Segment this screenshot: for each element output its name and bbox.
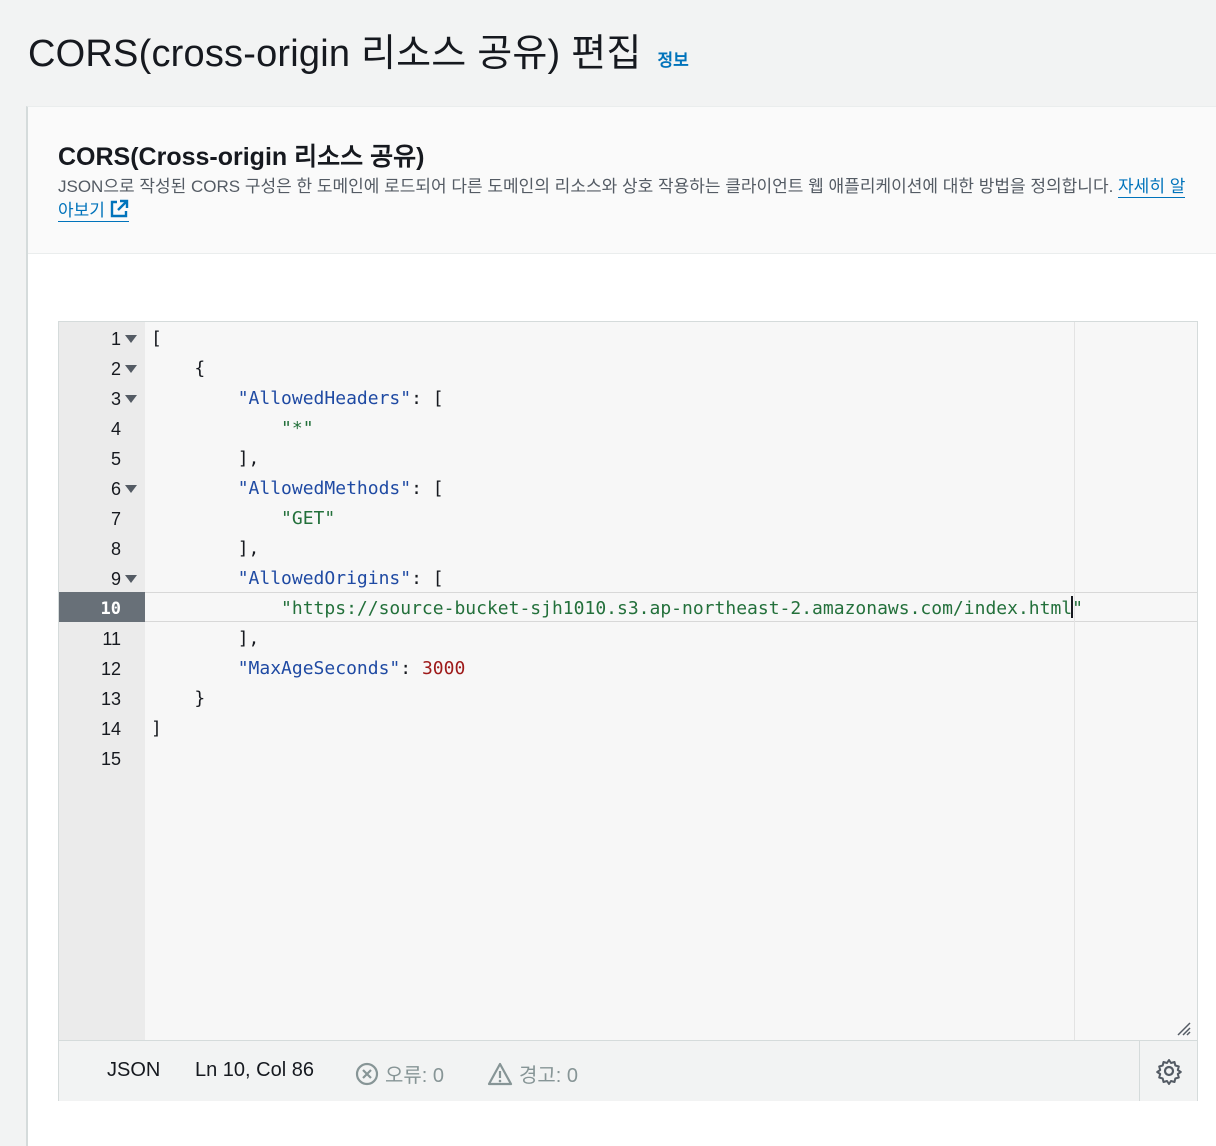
code-text[interactable]: "AllowedHeaders": [ — [151, 384, 444, 414]
code-token: ] — [151, 718, 162, 739]
code-token: "GET" — [281, 508, 336, 529]
code-line[interactable]: 13 } — [59, 684, 1197, 714]
settings-separator — [1139, 1041, 1140, 1101]
section-title: CORS(Cross-origin 리소스 공유) — [58, 143, 425, 171]
code-token: ], — [237, 538, 260, 559]
code-line[interactable]: 12 "MaxAgeSeconds": 3000 — [59, 654, 1197, 684]
code-token: : [ — [411, 478, 444, 499]
code-line[interactable]: 3 "AllowedHeaders": [ — [59, 384, 1197, 414]
line-number: 3 — [110, 389, 121, 409]
code-line[interactable]: 9 "AllowedOrigins": [ — [59, 564, 1197, 594]
container-header: CORS(Cross-origin 리소스 공유) JSON으로 작성된 COR… — [28, 107, 1216, 254]
cors-container: CORS(Cross-origin 리소스 공유) JSON으로 작성된 COR… — [26, 106, 1216, 1146]
line-number: 8 — [110, 539, 121, 559]
code-token: : [ — [411, 568, 444, 589]
code-token: "*" — [281, 418, 314, 439]
line-number: 2 — [110, 359, 121, 379]
code-token: { — [194, 358, 206, 379]
code-line[interactable]: 8 ], — [59, 534, 1197, 564]
line-number: 9 — [110, 569, 121, 589]
settings-gear-icon[interactable] — [1155, 1057, 1183, 1085]
error-count[interactable]: 오류: 0 — [355, 1059, 444, 1088]
line-number: 14 — [100, 719, 121, 739]
line-number: 10 — [100, 599, 121, 619]
line-number: 7 — [110, 509, 121, 529]
code-text[interactable]: "*" — [151, 414, 314, 444]
editor-status-bar: JSON Ln 10, Col 86 오류: 0 경고: 0 — [59, 1040, 1197, 1101]
fold-arrow-icon[interactable] — [125, 365, 137, 373]
line-number: 12 — [100, 659, 121, 679]
code-text[interactable]: ], — [151, 534, 260, 564]
code-text[interactable]: "GET" — [151, 504, 335, 534]
line-number: 4 — [110, 419, 121, 439]
language-mode: JSON — [107, 1059, 161, 1081]
code-token: "AllowedMethods" — [237, 478, 412, 499]
code-line[interactable]: 6 "AllowedMethods": [ — [59, 474, 1197, 504]
resize-handle-icon[interactable] — [1175, 1020, 1191, 1041]
warning-count[interactable]: 경고: 0 — [487, 1059, 578, 1088]
code-token: "https://source-bucket-sjh1010.s3.ap-nor… — [281, 598, 1073, 619]
code-token: [ — [151, 328, 162, 349]
line-number: 15 — [100, 749, 121, 769]
code-text[interactable]: ], — [151, 444, 260, 474]
warning-icon — [487, 1062, 513, 1085]
error-icon — [355, 1062, 379, 1085]
section-description: JSON으로 작성된 CORS 구성은 한 도메인에 로드되어 다른 도메인의 … — [58, 175, 1198, 226]
code-token: "AllowedOrigins" — [237, 568, 412, 589]
fold-arrow-icon[interactable] — [125, 335, 137, 343]
code-line[interactable]: 7 "GET" — [59, 504, 1197, 534]
code-token: } — [194, 688, 206, 709]
fold-arrow-icon[interactable] — [125, 575, 137, 583]
info-link[interactable]: 정보 — [657, 46, 688, 71]
line-number: 13 — [100, 689, 121, 709]
code-text[interactable]: "https://source-bucket-sjh1010.s3.ap-nor… — [151, 594, 1083, 624]
cursor-position: Ln 10, Col 86 — [195, 1059, 314, 1081]
line-number: 6 — [110, 479, 121, 499]
page-header: CORS(cross-origin 리소스 공유) 편집 정보 — [28, 22, 689, 77]
code-text[interactable]: ] — [151, 714, 162, 744]
code-token: ], — [237, 448, 260, 469]
code-line[interactable]: 15 — [59, 744, 1197, 774]
warning-count-label: 경고: 0 — [519, 1065, 579, 1087]
code-token: ], — [237, 628, 260, 649]
code-text[interactable]: "AllowedMethods": [ — [151, 474, 444, 504]
code-line[interactable]: 2 { — [59, 354, 1197, 384]
code-text[interactable]: "MaxAgeSeconds": 3000 — [151, 654, 466, 684]
external-link-icon — [109, 199, 129, 226]
page-title: CORS(cross-origin 리소스 공유) 편집 — [28, 33, 642, 75]
json-code-editor[interactable]: 1[2 {3 "AllowedHeaders": [4 "*" 5 ], 6 "Al… — [58, 321, 1198, 1101]
code-token: "MaxAgeSeconds" — [237, 658, 401, 679]
code-token: "AllowedHeaders" — [237, 388, 412, 409]
code-token: : [ — [411, 388, 444, 409]
code-line[interactable]: 10 "https://source-bucket-sjh1010.s3.ap-… — [59, 594, 1197, 624]
code-text[interactable]: [ — [151, 324, 162, 354]
code-token: " — [1072, 598, 1083, 619]
code-line[interactable]: 1[ — [59, 324, 1197, 354]
error-count-label: 오류: 0 — [385, 1065, 445, 1087]
line-number: 11 — [102, 629, 121, 649]
code-text[interactable]: } — [151, 684, 205, 714]
fold-arrow-icon[interactable] — [125, 485, 137, 493]
code-token: 3000 — [421, 658, 466, 679]
code-line[interactable]: 14] — [59, 714, 1197, 744]
code-text[interactable]: { — [151, 354, 205, 384]
code-token: : — [400, 658, 422, 679]
code-line[interactable]: 4 "*" — [59, 414, 1197, 444]
code-line[interactable]: 5 ], — [59, 444, 1197, 474]
fold-arrow-icon[interactable] — [125, 395, 137, 403]
code-line[interactable]: 11 ], — [59, 624, 1197, 654]
code-text[interactable]: ], — [151, 624, 260, 654]
description-text: JSON으로 작성된 CORS 구성은 한 도메인에 로드되어 다른 도메인의 … — [58, 177, 1114, 196]
line-number: 1 — [110, 329, 121, 349]
code-text[interactable]: "AllowedOrigins": [ — [151, 564, 444, 594]
line-number: 5 — [110, 449, 121, 469]
